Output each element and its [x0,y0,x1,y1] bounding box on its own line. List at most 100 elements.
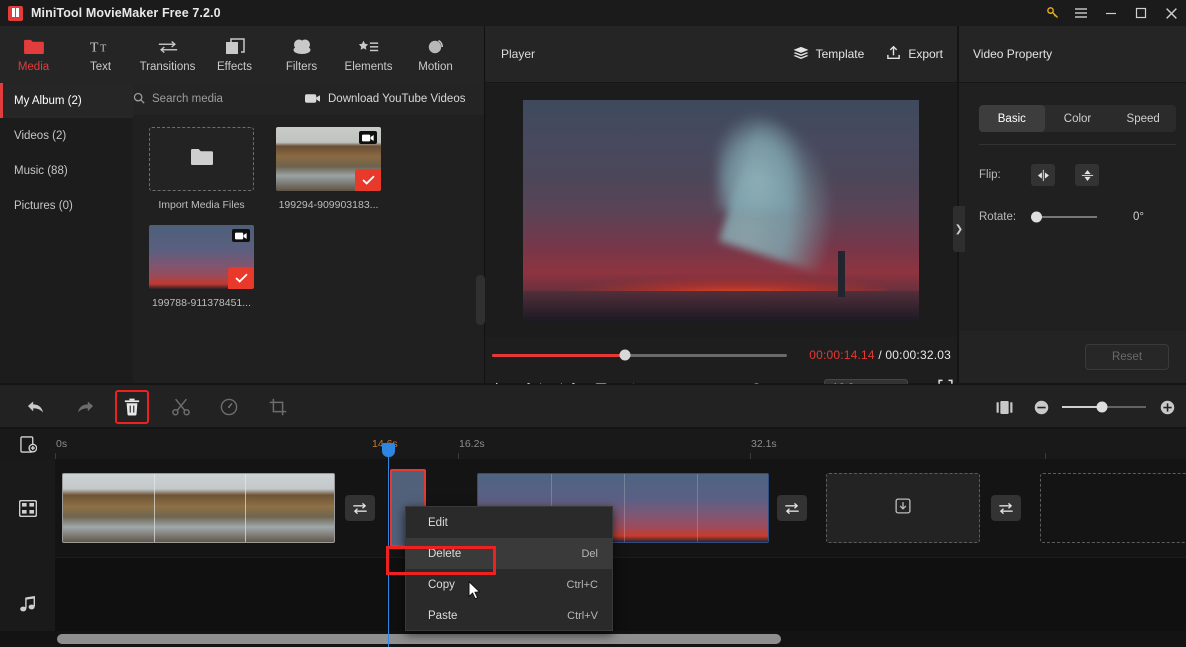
property-footer: Reset [959,331,1186,383]
ruler-tick: 0s [56,438,68,450]
ruler-tick: 16.2s [459,438,485,450]
media-caption: 199294-909903183... [278,199,379,211]
delete-button[interactable] [115,390,149,424]
template-button[interactable]: Template [793,46,865,63]
media-selected-check-icon[interactable] [228,267,254,289]
audio-track-icon [18,594,38,614]
media-thumbnail[interactable] [276,127,381,191]
ruler-tick: 32.1s [751,438,777,450]
fit-timeline-icon[interactable] [988,391,1020,423]
zoom-handle[interactable] [1096,401,1108,413]
video-clip-1[interactable] [62,473,335,543]
media-thumbnail[interactable] [149,225,254,289]
timeline-horizontal-scrollbar[interactable] [0,631,1186,647]
seek-slider[interactable] [492,349,787,361]
tab-effects[interactable]: Effects [201,26,268,83]
transition-button[interactable] [991,495,1021,521]
export-button[interactable]: Export [886,45,943,63]
tab-media[interactable]: Media [0,26,67,83]
video-preview[interactable] [523,100,919,321]
edit-toolbar [0,384,1186,428]
media-grid: Import Media Files 199294-909903183... 1… [133,115,474,383]
transition-button[interactable] [777,495,807,521]
maximize-icon[interactable] [1126,0,1156,26]
timeline-zoom-slider[interactable] [1062,401,1146,413]
rotate-slider[interactable] [1031,211,1097,223]
audio-track[interactable] [55,557,1186,631]
seek-handle[interactable] [619,349,631,361]
media-selected-check-icon[interactable] [355,169,381,191]
tab-speed[interactable]: Speed [1110,105,1176,132]
media-panel-collapse-handle[interactable] [476,275,485,325]
album-list: My Album (2) Videos (2) Music (88) Pictu… [0,83,133,383]
video-track-icon [18,498,38,518]
playhead-handle[interactable] [382,443,395,457]
album-item-music[interactable]: Music (88) [0,153,133,188]
menu-icon[interactable] [1066,0,1096,26]
preview-smoke-plume-upper [717,111,807,211]
tab-color[interactable]: Color [1045,105,1111,132]
download-youtube-button[interactable]: Download YouTube Videos [305,83,465,115]
context-menu: Edit Delete Del Copy Ctrl+C Paste Ctrl+V [386,506,613,631]
import-media-cell[interactable]: Import Media Files [149,127,254,211]
redo-button[interactable] [68,391,100,423]
search-icon [133,92,145,107]
speed-button[interactable] [213,391,245,423]
rotate-handle[interactable] [1031,211,1042,223]
search-media-input[interactable]: Search media [133,83,293,115]
tab-filters[interactable]: Filters [268,26,335,83]
rotate-value: 0° [1133,211,1144,223]
media-item[interactable]: 199294-909903183... [276,127,381,211]
flip-vertical-icon[interactable] [1075,164,1099,186]
timeline-ruler[interactable]: 0s 14.6s 16.2s 32.1s [0,429,1186,459]
minimize-icon[interactable] [1096,0,1126,26]
tab-motion[interactable]: Motion [402,26,469,83]
context-item-label: Paste [428,609,458,622]
reset-button[interactable]: Reset [1085,344,1169,370]
flip-label: Flip: [979,169,1001,181]
zoom-in-icon[interactable] [1158,398,1176,416]
tab-label: Speed [1126,112,1160,125]
tab-elements[interactable]: Elements [335,26,402,83]
tab-transitions[interactable]: Transitions [134,26,201,83]
close-icon[interactable] [1156,0,1186,26]
tab-text[interactable]: TT Text [67,26,134,83]
player-header: Player Template Export [485,26,957,83]
video-track[interactable] [55,459,1186,557]
rotate-row: Rotate: 0° [979,205,1176,229]
context-menu-item-paste[interactable]: Paste Ctrl+V [406,600,612,631]
video-type-icon [359,131,377,144]
time-separator: / [874,348,886,362]
property-panel: ❯ Video Property Basic Color Speed Flip: [953,26,1186,383]
elements-icon [358,37,380,57]
media-item[interactable]: 199788-911378451... [149,225,254,309]
import-media-dropzone[interactable] [149,127,254,191]
clip-dropzone-empty[interactable] [1040,473,1186,543]
crop-button[interactable] [262,391,294,423]
context-menu-item-edit[interactable]: Edit [406,507,612,538]
album-item-videos[interactable]: Videos (2) [0,118,133,153]
tab-label: Elements [344,60,393,73]
album-item-my-album[interactable]: My Album (2) [0,83,133,118]
motion-icon [426,37,446,57]
zoom-out-icon[interactable] [1032,398,1050,416]
export-icon [886,45,901,63]
add-media-to-timeline-icon[interactable] [18,434,38,454]
tab-label: Filters [285,60,318,73]
album-label: Videos (2) [14,129,67,142]
license-key-icon[interactable] [1040,0,1066,26]
clip-dropzone[interactable] [826,473,980,543]
album-item-pictures[interactable]: Pictures (0) [0,188,133,223]
tab-basic[interactable]: Basic [979,105,1045,132]
minitool-logo [8,5,23,21]
scrollbar-thumb[interactable] [57,634,781,644]
add-clip-icon [895,497,911,519]
flip-horizontal-icon[interactable] [1031,164,1055,186]
transition-button[interactable] [345,495,375,521]
undo-button[interactable] [20,391,52,423]
preview-smokestack [838,251,845,297]
title-bar: MiniTool MovieMaker Free 7.2.0 [0,0,1186,26]
template-label: Template [815,47,865,61]
property-panel-collapse-button[interactable]: ❯ [953,206,965,252]
split-button[interactable] [165,391,197,423]
